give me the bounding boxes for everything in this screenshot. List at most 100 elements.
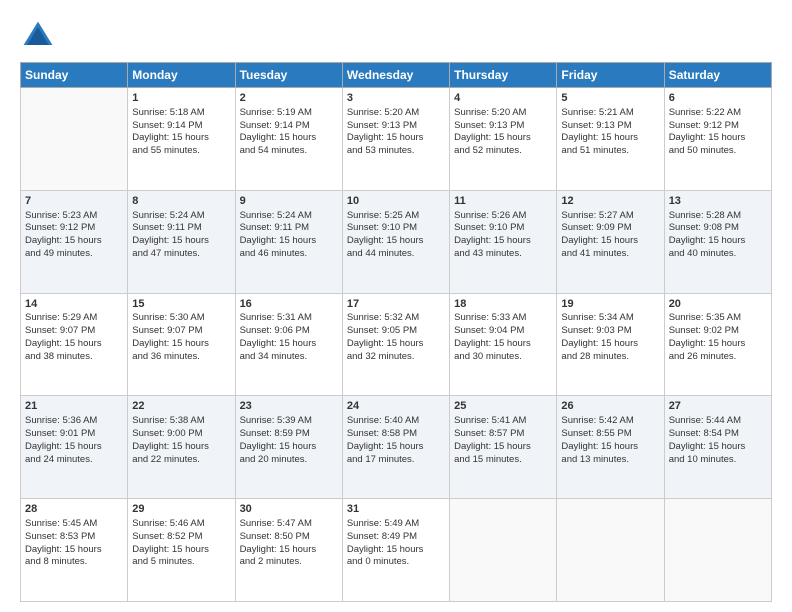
day-info-line: and 17 minutes. [347,454,445,467]
calendar-cell: 9Sunrise: 5:24 AMSunset: 9:11 PMDaylight… [235,190,342,293]
calendar-cell [557,499,664,602]
day-info-line: and 24 minutes. [25,454,123,467]
day-info-line: Daylight: 15 hours [669,235,767,248]
header [20,18,772,54]
day-info-line: and 54 minutes. [240,145,338,158]
calendar-cell: 4Sunrise: 5:20 AMSunset: 9:13 PMDaylight… [450,88,557,191]
calendar-cell: 7Sunrise: 5:23 AMSunset: 9:12 PMDaylight… [21,190,128,293]
day-info-line: Sunrise: 5:41 AM [454,415,552,428]
day-info-line: Daylight: 15 hours [25,441,123,454]
day-info-line: Daylight: 15 hours [347,338,445,351]
calendar-week-row: 1Sunrise: 5:18 AMSunset: 9:14 PMDaylight… [21,88,772,191]
calendar-cell: 26Sunrise: 5:42 AMSunset: 8:55 PMDayligh… [557,396,664,499]
day-info-line: Sunset: 8:52 PM [132,531,230,544]
day-info-line: and 34 minutes. [240,351,338,364]
day-number: 9 [240,194,338,209]
calendar-cell [664,499,771,602]
day-info-line: and 44 minutes. [347,248,445,261]
day-info-line: Sunrise: 5:46 AM [132,518,230,531]
day-info-line: Sunrise: 5:35 AM [669,312,767,325]
day-number: 8 [132,194,230,209]
day-number: 31 [347,502,445,517]
day-info-line: Sunset: 8:55 PM [561,428,659,441]
day-info-line: Daylight: 15 hours [25,544,123,557]
day-info-line: Daylight: 15 hours [561,132,659,145]
day-info-line: Sunrise: 5:36 AM [25,415,123,428]
calendar-cell: 1Sunrise: 5:18 AMSunset: 9:14 PMDaylight… [128,88,235,191]
day-info-line: Sunset: 9:05 PM [347,325,445,338]
day-number: 22 [132,399,230,414]
col-monday: Monday [128,63,235,88]
day-info-line: Daylight: 15 hours [240,441,338,454]
calendar-cell: 11Sunrise: 5:26 AMSunset: 9:10 PMDayligh… [450,190,557,293]
day-info-line: and 5 minutes. [132,556,230,569]
day-info-line: Daylight: 15 hours [240,338,338,351]
calendar-body: 1Sunrise: 5:18 AMSunset: 9:14 PMDaylight… [21,88,772,602]
calendar-week-row: 7Sunrise: 5:23 AMSunset: 9:12 PMDaylight… [21,190,772,293]
day-info-line: Sunrise: 5:22 AM [669,107,767,120]
day-info-line: Daylight: 15 hours [561,235,659,248]
day-info-line: Sunset: 9:01 PM [25,428,123,441]
calendar-cell: 30Sunrise: 5:47 AMSunset: 8:50 PMDayligh… [235,499,342,602]
day-info-line: Sunset: 9:10 PM [347,222,445,235]
day-info-line: Sunset: 9:10 PM [454,222,552,235]
day-info-line: Daylight: 15 hours [25,338,123,351]
day-info-line: and 20 minutes. [240,454,338,467]
day-info-line: Sunset: 9:04 PM [454,325,552,338]
col-wednesday: Wednesday [342,63,449,88]
day-info-line: Sunset: 9:12 PM [669,120,767,133]
day-info-line: Sunset: 9:07 PM [132,325,230,338]
day-info-line: Sunrise: 5:38 AM [132,415,230,428]
day-info-line: Sunset: 9:12 PM [25,222,123,235]
day-info-line: and 30 minutes. [454,351,552,364]
day-number: 27 [669,399,767,414]
day-info-line: and 2 minutes. [240,556,338,569]
day-info-line: Daylight: 15 hours [561,441,659,454]
day-info-line: and 40 minutes. [669,248,767,261]
day-info-line: and 28 minutes. [561,351,659,364]
calendar-cell: 24Sunrise: 5:40 AMSunset: 8:58 PMDayligh… [342,396,449,499]
col-friday: Friday [557,63,664,88]
day-info-line: and 15 minutes. [454,454,552,467]
day-number: 24 [347,399,445,414]
day-number: 12 [561,194,659,209]
day-info-line: Daylight: 15 hours [669,441,767,454]
calendar-cell: 8Sunrise: 5:24 AMSunset: 9:11 PMDaylight… [128,190,235,293]
day-info-line: Daylight: 15 hours [669,132,767,145]
day-info-line: Daylight: 15 hours [132,132,230,145]
day-info-line: and 46 minutes. [240,248,338,261]
day-info-line: and 47 minutes. [132,248,230,261]
day-info-line: and 10 minutes. [669,454,767,467]
calendar-cell [450,499,557,602]
col-sunday: Sunday [21,63,128,88]
day-info-line: Sunset: 9:13 PM [561,120,659,133]
day-number: 26 [561,399,659,414]
calendar-cell: 14Sunrise: 5:29 AMSunset: 9:07 PMDayligh… [21,293,128,396]
calendar-week-row: 28Sunrise: 5:45 AMSunset: 8:53 PMDayligh… [21,499,772,602]
day-info-line: Sunrise: 5:24 AM [132,210,230,223]
calendar-cell: 16Sunrise: 5:31 AMSunset: 9:06 PMDayligh… [235,293,342,396]
day-info-line: Sunrise: 5:45 AM [25,518,123,531]
day-number: 21 [25,399,123,414]
day-number: 18 [454,297,552,312]
day-info-line: and 0 minutes. [347,556,445,569]
calendar-table: Sunday Monday Tuesday Wednesday Thursday… [20,62,772,602]
day-info-line: and 49 minutes. [25,248,123,261]
day-info-line: Daylight: 15 hours [240,132,338,145]
day-info-line: Sunrise: 5:34 AM [561,312,659,325]
day-number: 11 [454,194,552,209]
day-info-line: Daylight: 15 hours [347,544,445,557]
calendar-cell: 12Sunrise: 5:27 AMSunset: 9:09 PMDayligh… [557,190,664,293]
day-number: 28 [25,502,123,517]
day-info-line: Sunrise: 5:44 AM [669,415,767,428]
day-info-line: Sunset: 8:54 PM [669,428,767,441]
col-saturday: Saturday [664,63,771,88]
day-info-line: Sunrise: 5:33 AM [454,312,552,325]
day-info-line: Sunset: 8:58 PM [347,428,445,441]
day-info-line: Daylight: 15 hours [132,544,230,557]
col-thursday: Thursday [450,63,557,88]
day-info-line: Sunset: 9:13 PM [347,120,445,133]
day-info-line: Daylight: 15 hours [240,235,338,248]
day-info-line: Daylight: 15 hours [347,132,445,145]
day-info-line: and 51 minutes. [561,145,659,158]
